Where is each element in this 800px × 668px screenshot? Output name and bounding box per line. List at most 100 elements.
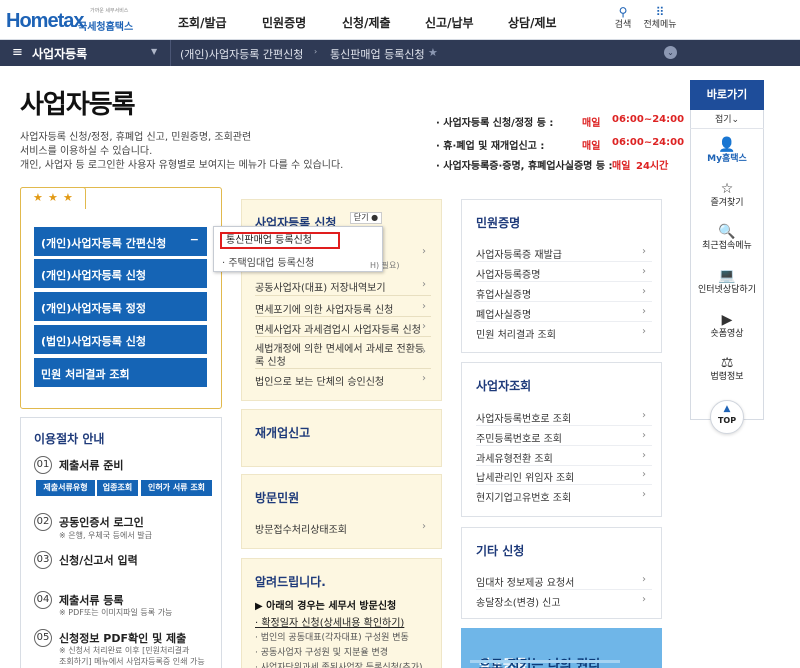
- chevron-right-icon: ›: [422, 246, 426, 257]
- cert-item-1[interactable]: 사업자등록증 재발급: [476, 246, 562, 261]
- notice-item-1[interactable]: · 확정일자 신청(상세내용 확인하기): [255, 614, 404, 629]
- inq-item-5[interactable]: 현지기업고유번호 조회: [476, 489, 571, 504]
- simple-registration-button[interactable]: (개인)사업자등록 간편신청 −: [34, 227, 207, 256]
- hours-row-1: · 사업자등록 신청/정정 등 : 매일 06:00~24:00: [436, 114, 685, 129]
- sidebar-item-law[interactable]: ⚖ 법령정보: [690, 355, 764, 383]
- inq-item-3[interactable]: 과세유형전환 조회: [476, 450, 553, 465]
- chevron-right-icon: ›: [642, 574, 646, 585]
- reg-item-5[interactable]: 법인으로 보는 단체의 승인신청: [255, 373, 384, 388]
- etc-item-1[interactable]: 임대차 정보제공 요청서: [476, 574, 574, 589]
- procedure-title: 이용절차 안내: [34, 432, 105, 446]
- video-icon: ▶: [721, 312, 733, 328]
- chevron-right-icon: ›: [642, 430, 646, 441]
- minus-icon: −: [189, 233, 199, 246]
- notice-title: 알려드립니다.: [255, 575, 326, 589]
- sidebar-item-recent[interactable]: 🔍 최근접속메뉴: [690, 224, 764, 252]
- nav-report-pay[interactable]: 신고/납부: [425, 14, 474, 31]
- collapse-icon[interactable]: ⌄: [664, 46, 677, 59]
- inq-item-1[interactable]: 사업자등록번호로 조회: [476, 410, 571, 425]
- favorite-star-icon[interactable]: ★: [428, 46, 438, 59]
- visit-panel-title: 방문민원: [255, 491, 300, 505]
- reg-item-1[interactable]: 공동사업자(대표) 저장내역보기: [255, 279, 386, 294]
- chevron-right-icon: ›: [642, 594, 646, 605]
- notice-item-2: · 법인의 공동대표(각자대표) 구성원 변동: [255, 633, 409, 643]
- cert-item-2[interactable]: 사업자등록증명: [476, 266, 540, 281]
- sidebar-item-favorites[interactable]: ☆ 즐겨찾기: [690, 181, 764, 209]
- trademark-banner[interactable]: 상표등록 으로 지키는 나의 권리: [461, 628, 662, 668]
- industry-tag[interactable]: 업종조회: [97, 480, 138, 496]
- reg-item-4b[interactable]: 록 신청: [255, 353, 286, 368]
- chevron-right-icon: ›: [642, 246, 646, 257]
- personal-registration-button[interactable]: (개인)사업자등록 신청: [34, 259, 207, 288]
- quick-service-tab: ★ ★ ★: [20, 187, 86, 209]
- sidebar-item-my-hometax[interactable]: 👤 My홈택스: [690, 137, 764, 165]
- sidebar-title: 바로가기: [690, 80, 764, 110]
- cert-item-4[interactable]: 폐업사실증명: [476, 306, 531, 321]
- star-icon: ★: [33, 191, 43, 204]
- reg-item-3[interactable]: 면세사업자 과세겸업시 사업자등록 신청: [255, 321, 421, 336]
- star-icon: ★: [48, 191, 58, 204]
- chevron-right-icon: ›: [422, 346, 426, 357]
- etc-item-2[interactable]: 송달장소(변경) 신고: [476, 594, 561, 609]
- hometax-logo[interactable]: 가까운 세무서비스 Hometax 국세청홈택스: [6, 6, 146, 36]
- reopen-panel-title[interactable]: 재개업신고: [255, 424, 310, 441]
- close-button[interactable]: 닫기 ●: [350, 212, 382, 224]
- reg-item-2[interactable]: 면세포기에 의한 사업자등록 신청: [255, 301, 393, 316]
- breadcrumb-item-2[interactable]: 통신판매업 등록신청: [330, 46, 425, 62]
- notice-sub: ▶ 아래의 경우는 세무서 방문신청: [255, 601, 397, 612]
- nav-inquiry[interactable]: 조회/발급: [178, 14, 227, 31]
- notice-item-4: · 사업자단위과세 종된사업장 등록신청(추가): [255, 663, 423, 668]
- cert-item-3[interactable]: 휴업사실증명: [476, 286, 531, 301]
- chevron-up-icon: ▲: [723, 404, 731, 414]
- chevron-right-icon: ›: [642, 306, 646, 317]
- logo-main-text: Hometax: [6, 10, 84, 32]
- chevron-right-icon: ›: [314, 47, 318, 56]
- logo-tagline: 가까운 세무서비스: [90, 8, 129, 14]
- chevron-right-icon: ›: [422, 301, 426, 312]
- chevron-right-icon: ›: [422, 279, 426, 290]
- sidebar-item-counsel[interactable]: 💻 인터넷상담하기: [690, 268, 764, 296]
- doc-type-tag[interactable]: 제출서류유형: [36, 480, 95, 496]
- hours-row-3: · 사업자등록증·증명, 휴폐업사실증명 등 : 매일 24시간: [436, 161, 669, 172]
- housing-rental-registration-link[interactable]: · 주택임대업 등록신청: [222, 254, 314, 269]
- result-inquiry-button[interactable]: 민원 처리결과 조회: [34, 358, 207, 387]
- page-desc-3: 개인, 사업자 등 로그인한 사용자 유형별로 보여지는 메뉴가 다를 수 있습…: [20, 160, 344, 171]
- breadcrumb-item-1[interactable]: (개인)사업자등록 간편신청: [180, 46, 303, 62]
- hours-row-2: · 휴·폐업 및 재개업신고 : 매일 06:00~24:00: [436, 137, 685, 152]
- page-desc-1: 사업자등록 신청/정정, 휴폐업 신고, 민원증명, 조회관련: [20, 132, 252, 143]
- search-button[interactable]: ⚲ 검색: [606, 6, 640, 31]
- cert-item-5[interactable]: 민원 처리결과 조회: [476, 326, 556, 341]
- nav-certificate[interactable]: 민원증명: [262, 14, 306, 31]
- popup-trail-text: H) 필요): [370, 261, 400, 270]
- permit-doc-tag[interactable]: 인허가 서류 조회: [141, 480, 212, 496]
- breadcrumb-menu[interactable]: 사업자등록: [32, 45, 87, 62]
- visit-item[interactable]: 방문접수처리상태조회: [255, 521, 347, 536]
- etc-panel-title: 기타 신청: [476, 544, 525, 558]
- sidebar-item-shorts[interactable]: ▶ 숏폼영상: [690, 312, 764, 340]
- logo-sub-text: 국세청홈택스: [78, 22, 134, 33]
- gavel-icon: ⚖: [720, 355, 734, 371]
- ecommerce-registration-link[interactable]: 통신판매업 등록신청: [220, 232, 340, 249]
- inq-item-4[interactable]: 납세관리인 위임자 조회: [476, 469, 574, 484]
- chevron-right-icon: ›: [422, 321, 426, 332]
- top-header: 가까운 세무서비스 Hometax 국세청홈택스 조회/발급 민원증명 신청/제…: [0, 0, 800, 40]
- inq-item-2[interactable]: 주민등록번호로 조회: [476, 430, 562, 445]
- all-menu-button[interactable]: ⠿ 전체메뉴: [643, 6, 677, 31]
- chevron-right-icon: ›: [642, 469, 646, 480]
- history-icon: 🔍: [718, 224, 736, 240]
- breadcrumb: ≡ 사업자등록 ▼ (개인)사업자등록 간편신청 › 통신판매업 등록신청 ★ …: [0, 40, 800, 66]
- chevron-right-icon: ›: [642, 266, 646, 277]
- nav-application[interactable]: 신청/제출: [342, 14, 391, 31]
- menu-icon[interactable]: ≡: [12, 45, 23, 60]
- star-icon: ★: [63, 191, 73, 204]
- nav-counsel[interactable]: 상담/제보: [508, 14, 557, 31]
- sidebar-fold-button[interactable]: 접기⌄: [690, 111, 764, 129]
- notice-item-3: · 공동사업자 구성원 및 지분율 변경: [255, 648, 389, 658]
- search-icon: ⚲: [618, 5, 628, 19]
- corporate-registration-button[interactable]: (법인)사업자등록 신청: [34, 325, 207, 354]
- scroll-top-button[interactable]: ▲ TOP: [710, 400, 744, 434]
- page-title: 사업자등록: [20, 90, 136, 120]
- visit-panel: [241, 474, 442, 549]
- personal-correction-button[interactable]: (개인)사업자등록 정정: [34, 292, 207, 321]
- chevron-down-icon[interactable]: ▼: [151, 47, 157, 56]
